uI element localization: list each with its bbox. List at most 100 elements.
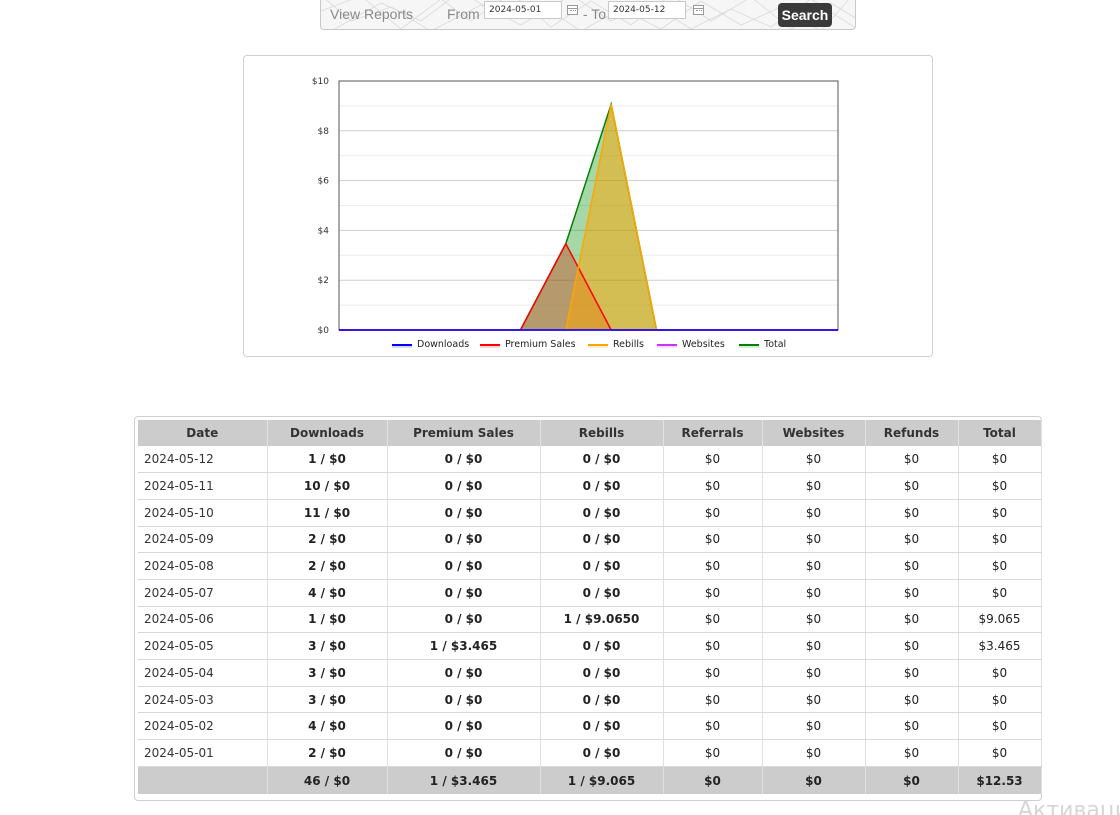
table-cell: 0 / $0 bbox=[540, 579, 664, 607]
table-cell: $0 bbox=[958, 739, 1042, 767]
table-cell: 2 / $0 bbox=[267, 552, 388, 580]
table-cell: 0 / $0 bbox=[387, 659, 541, 687]
table-row: 2024-05-08 2 / $0 0 / $0 0 / $0 $0 $0 $0 $0 bbox=[138, 552, 1042, 580]
table-cell: $0 bbox=[663, 606, 763, 634]
column-header: Total bbox=[958, 420, 1042, 446]
column-header: Rebills bbox=[540, 420, 664, 446]
table-cell: 1 / $0 bbox=[267, 446, 388, 474]
date-cell: 2024-05-08 bbox=[138, 552, 268, 580]
y-tick-label: $0 bbox=[318, 326, 330, 336]
table-cell: 0 / $0 bbox=[387, 472, 541, 500]
date-cell: 2024-05-05 bbox=[138, 632, 268, 660]
table-cell: $0 bbox=[958, 712, 1042, 741]
table-cell: $0 bbox=[865, 739, 959, 767]
to-date-input[interactable] bbox=[608, 1, 686, 19]
column-header: Date bbox=[138, 420, 268, 446]
y-tick-label: $8 bbox=[318, 127, 330, 137]
legend-label: Downloads bbox=[417, 339, 469, 350]
table-cell: 0 / $0 bbox=[387, 552, 541, 580]
table-cell: $0 bbox=[663, 499, 763, 527]
date-cell: 2024-05-12 bbox=[138, 446, 268, 474]
calendar-icon[interactable] bbox=[567, 5, 578, 15]
table-cell: 1 / $9.0650 bbox=[540, 606, 664, 634]
report-table: Date Downloads Premium Sales Rebills Referra… bbox=[138, 420, 1042, 795]
view-reports-title: View Reports bbox=[330, 6, 414, 22]
table-cell: $0 bbox=[762, 712, 866, 741]
date-cell: 2024-05-07 bbox=[138, 579, 268, 607]
table-cell: 0 / $0 bbox=[387, 499, 541, 527]
table-cell: $0 bbox=[762, 472, 866, 500]
table-cell: $0 bbox=[865, 472, 959, 500]
table-cell: $0 bbox=[762, 526, 866, 554]
y-tick-label: $2 bbox=[318, 276, 329, 286]
table-cell: $0 bbox=[865, 686, 959, 714]
date-cell: 2024-05-03 bbox=[138, 686, 268, 714]
table-cell: 0 / $0 bbox=[387, 739, 541, 767]
legend-label: Total bbox=[763, 339, 786, 350]
table-cell: $0 bbox=[958, 499, 1042, 527]
table-cell: 11 / $0 bbox=[267, 499, 388, 527]
table-cell: $9.065 bbox=[958, 606, 1042, 634]
table-cell: $0 bbox=[663, 552, 763, 580]
table-cell: 0 / $0 bbox=[540, 552, 664, 580]
table-cell: $0 bbox=[958, 472, 1042, 500]
table-cell: $0 bbox=[663, 446, 763, 474]
table-cell: $0 bbox=[663, 712, 763, 741]
from-date-input[interactable] bbox=[484, 1, 562, 19]
to-label: - To bbox=[583, 6, 607, 22]
table-cell: 0 / $0 bbox=[540, 659, 664, 687]
table-totals-row: 46 / $0 1 / $3.465 1 / $9.065 $0 $0 $0 $12.53 bbox=[138, 766, 1042, 795]
table-cell: 0 / $0 bbox=[540, 446, 664, 474]
activation-watermark: Активаци bbox=[1018, 798, 1120, 815]
table-row: 2024-05-06 1 / $0 0 / $0 1 / $9.0650 $0 $0 $0 $… bbox=[138, 606, 1042, 634]
report-table-container: Date Downloads Premium Sales Rebills Referra… bbox=[134, 416, 1042, 801]
table-cell: $0 bbox=[762, 579, 866, 607]
table-cell: 0 / $0 bbox=[387, 526, 541, 554]
page: View Reports From - To Search $0 $2 $4 $6 $8… bbox=[0, 0, 1120, 815]
earnings-chart-svg: $0 $2 $4 $6 $8 $10 Downloads Premium Sales Rebil… bbox=[312, 77, 839, 350]
date-cell: 2024-05-01 bbox=[138, 739, 268, 767]
calendar-icon[interactable] bbox=[693, 5, 704, 15]
date-cell: 2024-05-06 bbox=[138, 606, 268, 634]
table-cell: $0 bbox=[762, 632, 866, 660]
total-cell: $0 bbox=[865, 766, 959, 795]
table-cell: 0 / $0 bbox=[540, 526, 664, 554]
legend-label: Premium Sales bbox=[505, 339, 576, 350]
table-cell: $0 bbox=[865, 526, 959, 554]
table-cell: $0 bbox=[958, 526, 1042, 554]
table-cell: $0 bbox=[663, 472, 763, 500]
total-cell: $12.53 bbox=[958, 766, 1042, 795]
table-cell: $0 bbox=[865, 712, 959, 741]
column-header: Refunds bbox=[865, 420, 959, 446]
table-cell: 0 / $0 bbox=[540, 739, 664, 767]
column-header: Referrals bbox=[663, 420, 763, 446]
table-cell: $0 bbox=[762, 686, 866, 714]
table-cell: 4 / $0 bbox=[267, 712, 388, 741]
table-cell: $0 bbox=[663, 526, 763, 554]
table-cell: 1 / $3.465 bbox=[387, 632, 541, 660]
table-cell: $0 bbox=[865, 552, 959, 580]
table-header-row: Date Downloads Premium Sales Rebills Referra… bbox=[138, 420, 1042, 446]
total-cell: 1 / $9.065 bbox=[540, 766, 664, 795]
table-cell: $0 bbox=[663, 579, 763, 607]
table-cell: $0 bbox=[663, 632, 763, 660]
date-cell: 2024-05-11 bbox=[138, 472, 268, 500]
table-cell: $0 bbox=[958, 446, 1042, 474]
search-button[interactable]: Search bbox=[778, 3, 832, 27]
total-cell: $0 bbox=[762, 766, 866, 795]
column-header: Websites bbox=[762, 420, 866, 446]
table-cell: $0 bbox=[865, 446, 959, 474]
table-cell: $0 bbox=[865, 632, 959, 660]
table-cell: $0 bbox=[663, 739, 763, 767]
total-cell bbox=[138, 766, 268, 795]
column-header: Downloads bbox=[267, 420, 388, 446]
table-cell: 1 / $0 bbox=[267, 606, 388, 634]
table-cell: $3.465 bbox=[958, 632, 1042, 660]
table-cell: $0 bbox=[762, 446, 866, 474]
date-cell: 2024-05-02 bbox=[138, 712, 268, 741]
table-cell: $0 bbox=[958, 552, 1042, 580]
legend-label: Websites bbox=[682, 339, 725, 350]
table-cell: 0 / $0 bbox=[387, 712, 541, 741]
total-cell: 1 / $3.465 bbox=[387, 766, 541, 795]
table-cell: $0 bbox=[762, 552, 866, 580]
